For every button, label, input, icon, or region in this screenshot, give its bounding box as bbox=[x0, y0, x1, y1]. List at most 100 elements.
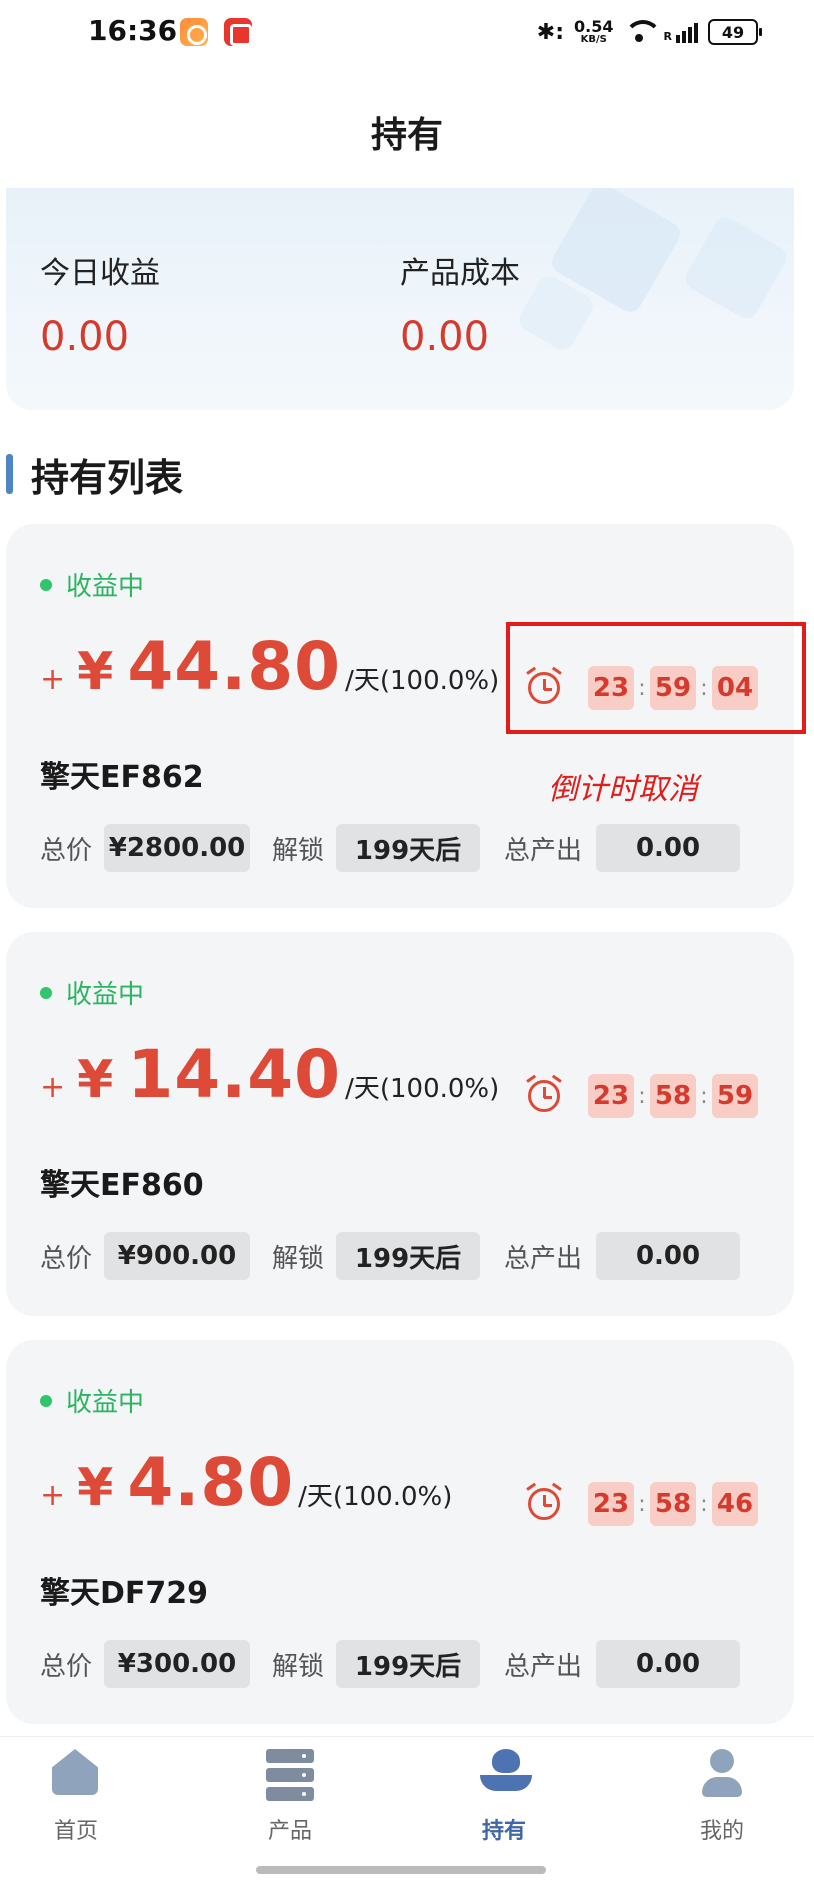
net-speed-unit: KB/S bbox=[580, 34, 607, 45]
info-row: 总价 ¥2800.00 解锁 199天后 总产出 0.00 bbox=[40, 824, 741, 872]
page-title: 持有 bbox=[370, 115, 443, 156]
annotation-highlight-box bbox=[506, 622, 806, 734]
daily-suffix: /天(100.0%) bbox=[298, 1482, 453, 1512]
price-value: ¥900.00 bbox=[104, 1232, 251, 1280]
output-label: 总产出 bbox=[504, 1243, 583, 1274]
alarm-clock-icon bbox=[526, 1074, 562, 1112]
net-speed-value: 0.54 bbox=[574, 17, 614, 36]
plus-sign: + bbox=[40, 1070, 66, 1105]
currency-symbol: ¥ bbox=[77, 1458, 114, 1518]
output-label: 总产出 bbox=[504, 835, 583, 866]
status-text: 收益中 bbox=[66, 980, 145, 1010]
battery-icon: 49 bbox=[708, 19, 762, 45]
info-row: 总价 ¥900.00 解锁 199天后 总产出 0.00 bbox=[40, 1232, 741, 1280]
countdown-separator: : bbox=[638, 1083, 646, 1109]
status-dot-icon bbox=[40, 1394, 52, 1407]
countdown-timer: 23 : 58 : 59 bbox=[526, 1074, 758, 1118]
holding-card[interactable]: 收益中 + ¥ 14.40 /天(100.0%) 23 : 58 : 59 擎天… bbox=[6, 932, 794, 1316]
daily-amount: 4.80 bbox=[127, 1444, 295, 1521]
product-cost-value: 0.00 bbox=[400, 314, 490, 360]
section-title: 持有列表 bbox=[31, 455, 184, 500]
section-header: 持有列表 bbox=[6, 452, 183, 500]
earning-status: 收益中 bbox=[40, 1382, 144, 1419]
countdown-minutes: 58 bbox=[650, 1482, 696, 1526]
output-label: 总产出 bbox=[504, 1651, 583, 1682]
daily-income: + ¥ 44.80 /天(100.0%) bbox=[40, 628, 499, 705]
price-label: 总价 bbox=[40, 1651, 93, 1682]
countdown-separator: : bbox=[638, 1491, 646, 1517]
unlock-value: 199天后 bbox=[336, 1640, 481, 1688]
product-name: 擎天DF729 bbox=[40, 1576, 209, 1611]
output-value: 0.00 bbox=[596, 1640, 741, 1688]
currency-symbol: ¥ bbox=[77, 642, 114, 702]
home-icon bbox=[52, 1749, 100, 1799]
unlock-value: 199天后 bbox=[336, 1232, 481, 1280]
notification-app-icon bbox=[180, 18, 208, 46]
countdown-seconds: 59 bbox=[712, 1074, 758, 1118]
daily-income: + ¥ 14.40 /天(100.0%) bbox=[40, 1036, 499, 1113]
decorative-hexagon bbox=[681, 213, 791, 323]
signal-roaming-label: R bbox=[663, 30, 672, 43]
unlock-label: 解锁 bbox=[272, 835, 325, 866]
daily-suffix: /天(100.0%) bbox=[345, 1074, 500, 1104]
plus-sign: + bbox=[40, 662, 66, 697]
nav-label: 首页 bbox=[53, 1819, 98, 1844]
bluetooth-icon: ✱: bbox=[536, 19, 565, 45]
summary-panel: 今日收益 0.00 产品成本 0.00 bbox=[6, 188, 794, 410]
server-icon bbox=[266, 1749, 314, 1801]
daily-amount: 14.40 bbox=[127, 1036, 342, 1113]
notification-app-icon-2 bbox=[224, 18, 252, 46]
holdings-screen: 16:36 ✱: 0.54 KB/S R 49 持有 今日收益 0.00 产品成… bbox=[0, 0, 814, 1880]
nav-label: 持有 bbox=[481, 1819, 526, 1844]
countdown-hours: 23 bbox=[588, 1482, 634, 1526]
daily-suffix: /天(100.0%) bbox=[345, 666, 500, 696]
today-income-value: 0.00 bbox=[40, 314, 130, 360]
status-time: 16:36 bbox=[88, 14, 178, 47]
unlock-value: 199天后 bbox=[336, 824, 481, 872]
countdown-seconds: 46 bbox=[712, 1482, 758, 1526]
nav-item-holdings[interactable]: 持有 bbox=[444, 1749, 564, 1845]
nav-label: 产品 bbox=[267, 1819, 312, 1844]
annotation-text: 倒计时取消 bbox=[548, 772, 698, 807]
earning-status: 收益中 bbox=[40, 974, 144, 1011]
earning-status: 收益中 bbox=[40, 566, 144, 603]
holding-card[interactable]: 收益中 + ¥ 4.80 /天(100.0%) 23 : 58 : 46 擎天D… bbox=[6, 1340, 794, 1724]
price-label: 总价 bbox=[40, 835, 93, 866]
currency-symbol: ¥ bbox=[77, 1050, 114, 1110]
unlock-label: 解锁 bbox=[272, 1651, 325, 1682]
net-speed: 0.54 KB/S bbox=[574, 19, 613, 45]
nav-label: 我的 bbox=[699, 1819, 744, 1844]
status-dot-icon bbox=[40, 986, 52, 999]
status-bar: 16:36 ✱: 0.54 KB/S R 49 bbox=[0, 0, 814, 70]
info-row: 总价 ¥300.00 解锁 199天后 总产出 0.00 bbox=[40, 1640, 741, 1688]
nav-item-products[interactable]: 产品 bbox=[230, 1749, 350, 1845]
output-value: 0.00 bbox=[596, 824, 741, 872]
home-indicator[interactable] bbox=[256, 1866, 546, 1874]
product-cost-label: 产品成本 bbox=[400, 256, 520, 291]
daily-amount: 44.80 bbox=[127, 628, 342, 705]
today-income: 今日收益 0.00 bbox=[40, 248, 160, 360]
nav-item-home[interactable]: 首页 bbox=[16, 1749, 136, 1845]
product-name: 擎天EF860 bbox=[40, 1168, 204, 1203]
signal-icon: R bbox=[664, 21, 698, 43]
section-accent-bar bbox=[6, 454, 13, 494]
countdown-minutes: 58 bbox=[650, 1074, 696, 1118]
countdown-separator: : bbox=[700, 1083, 708, 1109]
nav-item-profile[interactable]: 我的 bbox=[662, 1749, 782, 1845]
daily-income: + ¥ 4.80 /天(100.0%) bbox=[40, 1444, 452, 1521]
bottom-nav: 首页 产品 持有 我的 bbox=[0, 1736, 814, 1880]
user-icon bbox=[698, 1749, 746, 1799]
product-name: 擎天EF862 bbox=[40, 760, 204, 795]
price-value: ¥300.00 bbox=[104, 1640, 251, 1688]
price-label: 总价 bbox=[40, 1243, 93, 1274]
plus-sign: + bbox=[40, 1478, 66, 1513]
status-indicators: ✱: 0.54 KB/S R 49 bbox=[536, 14, 762, 50]
countdown-separator: : bbox=[700, 1491, 708, 1517]
status-text: 收益中 bbox=[66, 572, 145, 602]
product-cost: 产品成本 0.00 bbox=[400, 248, 520, 360]
wifi-icon bbox=[623, 20, 662, 44]
countdown-hours: 23 bbox=[588, 1074, 634, 1118]
output-value: 0.00 bbox=[596, 1232, 741, 1280]
unlock-label: 解锁 bbox=[272, 1243, 325, 1274]
countdown-timer: 23 : 58 : 46 bbox=[526, 1482, 758, 1526]
